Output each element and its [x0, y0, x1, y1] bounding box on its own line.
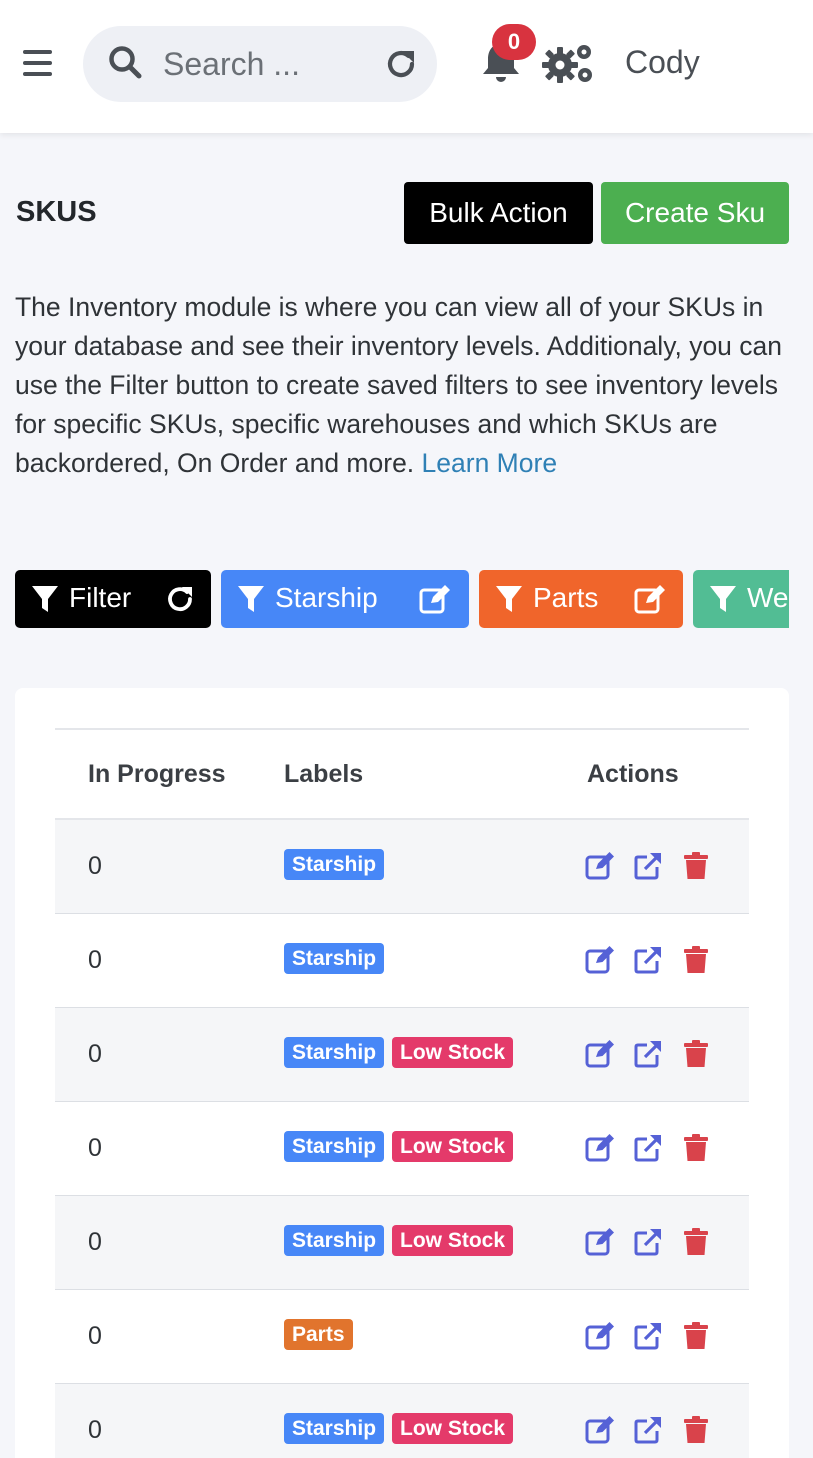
search-icon[interactable]	[107, 44, 143, 80]
labels-cell: Starship	[284, 943, 385, 974]
description-text: The Inventory module is where you can vi…	[15, 292, 783, 478]
actions-cell	[585, 1133, 729, 1163]
label-starship-badge: Starship	[284, 1413, 385, 1444]
external-link-icon[interactable]	[633, 1039, 663, 1069]
funnel-icon	[496, 586, 522, 612]
trash-icon[interactable]	[681, 1321, 711, 1351]
labels-cell: Parts	[284, 1319, 353, 1350]
settings-gears-icon[interactable]	[540, 40, 596, 86]
user-name[interactable]: Cody	[625, 44, 700, 81]
column-actions: Actions	[587, 760, 679, 788]
column-in-progress[interactable]: In Progress	[88, 760, 226, 789]
actions-cell	[585, 1321, 729, 1351]
in-progress-value: 0	[88, 1416, 102, 1444]
edit-icon[interactable]	[419, 584, 451, 614]
table-row[interactable]: 0 Starship Low Stock	[55, 1008, 749, 1102]
label-starship-badge: Starship	[284, 943, 385, 974]
actions-cell	[585, 1227, 729, 1257]
external-link-icon[interactable]	[633, 945, 663, 975]
page-description: The Inventory module is where you can vi…	[15, 288, 785, 483]
external-link-icon[interactable]	[633, 1415, 663, 1445]
saved-filter-starship[interactable]: Starship	[221, 570, 469, 628]
inventory-card: In Progress Labels Actions 0 Starship 0 Sta…	[15, 688, 789, 1458]
notification-badge[interactable]: 0	[492, 24, 536, 60]
in-progress-value: 0	[88, 1040, 102, 1068]
external-link-icon[interactable]	[633, 1227, 663, 1257]
label-low-stock-badge: Low Stock	[392, 1225, 514, 1256]
label-low-stock-badge: Low Stock	[392, 1037, 514, 1068]
edit-icon[interactable]	[585, 851, 615, 881]
saved-filter-label: We	[747, 582, 789, 613]
labels-cell: Starship	[284, 849, 385, 880]
funnel-icon	[238, 586, 264, 612]
edit-icon[interactable]	[585, 1133, 615, 1163]
saved-filter-label: Starship	[275, 582, 378, 613]
table-header: In Progress Labels Actions	[55, 730, 749, 820]
search-bar	[83, 26, 437, 102]
label-starship-badge: Starship	[284, 1225, 385, 1256]
actions-cell	[585, 1039, 729, 1069]
external-link-icon[interactable]	[633, 1321, 663, 1351]
table-row[interactable]: 0 Parts	[55, 1290, 749, 1384]
funnel-icon	[710, 586, 736, 612]
menu-icon[interactable]	[23, 50, 52, 76]
table-row[interactable]: 0 Starship Low Stock	[55, 1384, 749, 1458]
top-bar: 0 Cody	[0, 0, 813, 133]
actions-cell	[585, 851, 729, 881]
actions-cell	[585, 945, 729, 975]
label-parts-badge: Parts	[284, 1319, 353, 1350]
in-progress-value: 0	[88, 1228, 102, 1256]
in-progress-value: 0	[88, 946, 102, 974]
label-low-stock-badge: Low Stock	[392, 1131, 514, 1162]
refresh-icon[interactable]	[165, 584, 197, 614]
trash-icon[interactable]	[681, 945, 711, 975]
table-row[interactable]: 0 Starship Low Stock	[55, 1102, 749, 1196]
saved-filter-we[interactable]: We	[693, 570, 789, 628]
trash-icon[interactable]	[681, 1415, 711, 1445]
edit-icon[interactable]	[585, 945, 615, 975]
filter-chips: Filter Starship Parts We	[15, 570, 789, 628]
external-link-icon[interactable]	[633, 1133, 663, 1163]
search-input[interactable]	[163, 42, 363, 86]
filter-label: Filter	[69, 582, 132, 613]
refresh-icon[interactable]	[383, 46, 419, 82]
table-row[interactable]: 0 Starship Low Stock	[55, 1196, 749, 1290]
create-sku-button[interactable]: Create Sku	[601, 182, 789, 244]
funnel-icon	[32, 586, 58, 612]
trash-icon[interactable]	[681, 851, 711, 881]
table-body: 0 Starship 0 Starship 0 Starship Low Stock 0 Sta…	[55, 820, 749, 1458]
labels-cell: Starship Low Stock	[284, 1413, 514, 1444]
saved-filter-parts[interactable]: Parts	[479, 570, 683, 628]
learn-more-link[interactable]: Learn More	[422, 448, 558, 478]
bulk-action-button[interactable]: Bulk Action	[404, 182, 593, 244]
edit-icon[interactable]	[585, 1321, 615, 1351]
filter-button[interactable]: Filter	[15, 570, 211, 628]
trash-icon[interactable]	[681, 1133, 711, 1163]
saved-filter-label: Parts	[533, 582, 599, 613]
edit-icon[interactable]	[634, 584, 666, 614]
label-starship-badge: Starship	[284, 1131, 385, 1162]
table-row[interactable]: 0 Starship	[55, 914, 749, 1008]
edit-icon[interactable]	[585, 1039, 615, 1069]
trash-icon[interactable]	[681, 1227, 711, 1257]
labels-cell: Starship Low Stock	[284, 1225, 514, 1256]
page-title: SKUS	[16, 196, 97, 228]
label-low-stock-badge: Low Stock	[392, 1413, 514, 1444]
table-row[interactable]: 0 Starship	[55, 820, 749, 914]
in-progress-value: 0	[88, 852, 102, 880]
trash-icon[interactable]	[681, 1039, 711, 1069]
edit-icon[interactable]	[585, 1227, 615, 1257]
edit-icon[interactable]	[585, 1415, 615, 1445]
external-link-icon[interactable]	[633, 851, 663, 881]
in-progress-value: 0	[88, 1322, 102, 1350]
in-progress-value: 0	[88, 1134, 102, 1162]
column-labels[interactable]: Labels	[284, 760, 363, 789]
inventory-table: In Progress Labels Actions 0 Starship 0 Sta…	[55, 728, 749, 1458]
label-starship-badge: Starship	[284, 1037, 385, 1068]
labels-cell: Starship Low Stock	[284, 1037, 514, 1068]
label-starship-badge: Starship	[284, 849, 385, 880]
labels-cell: Starship Low Stock	[284, 1131, 514, 1162]
actions-cell	[585, 1415, 729, 1445]
